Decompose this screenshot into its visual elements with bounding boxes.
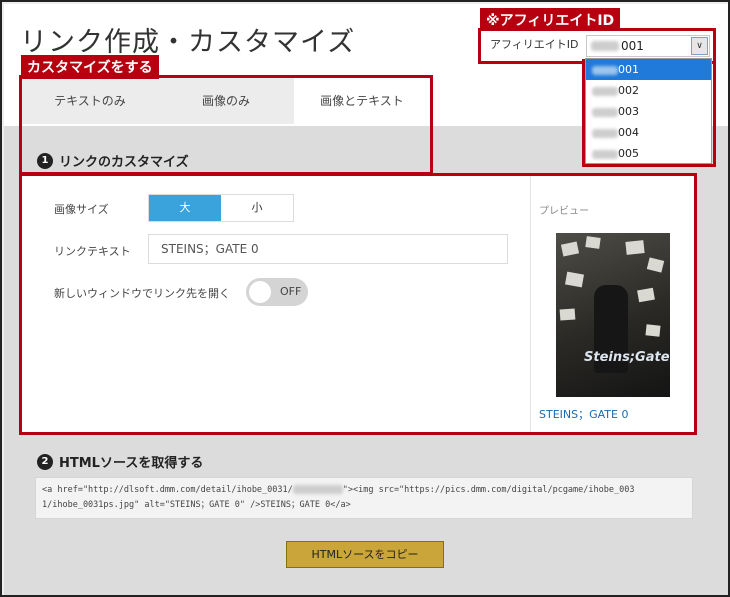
preview-label: プレビュー (539, 206, 589, 217)
toggle-state-text: OFF (280, 285, 302, 298)
game-logo: Steins;Gate (584, 350, 670, 365)
section-html-title: HTMLソースを取得する (59, 456, 204, 471)
preview-cover-image: Steins;Gate (556, 233, 670, 397)
preview-link-text[interactable]: STEINS；GATE 0 (539, 406, 628, 422)
size-large-button[interactable]: 大 (149, 195, 221, 221)
tab-text-only[interactable]: テキストのみ (22, 78, 158, 124)
affiliate-option[interactable]: 005 (586, 143, 711, 164)
section-customize-heading: 1 リンクのカスタマイズ (37, 151, 189, 170)
customize-form: 画像サイズ 大 小 リンクテキスト STEINS；GATE 0 新しいウィンドウ… (22, 176, 530, 432)
chevron-down-icon[interactable]: ∨ (691, 37, 708, 55)
section-html-heading: 2 HTMLソースを取得する (37, 452, 203, 471)
code-line-1: <a href="http://dlsoft.dmm.com/detail/ih… (42, 485, 635, 495)
step-2-badge: 2 (37, 453, 53, 470)
section-customize-title: リンクのカスタマイズ (59, 155, 189, 170)
affiliate-id-label: アフィリエイトID (490, 38, 579, 51)
image-size-toggle: 大 小 (148, 194, 294, 222)
preview-pane: プレビュー Steins;Gate STEINS；GATE 0 (530, 176, 694, 432)
affiliate-id-row: アフィリエイトID 001 ∨ (481, 31, 713, 59)
toggle-knob (249, 281, 271, 303)
redacted-affiliate-id (292, 485, 343, 494)
page-title: リンク作成・カスタマイズ (20, 27, 356, 58)
customize-panel: 画像サイズ 大 小 リンクテキスト STEINS；GATE 0 新しいウィンドウ… (22, 176, 694, 432)
tab-image-only[interactable]: 画像のみ (158, 78, 294, 124)
redacted-id-prefix (591, 41, 619, 51)
affiliate-callout-label: ※アフィリエイトID (480, 8, 621, 32)
copy-html-button[interactable]: HTMLソースをコピー (286, 541, 444, 568)
affiliate-option[interactable]: 003 (586, 101, 711, 122)
affiliate-option[interactable]: 001 (586, 59, 711, 80)
code-line-2: 1/ihobe_0031ps.jpg" alt="STEINS；GATE 0" … (42, 500, 351, 510)
html-source-box[interactable]: <a href="http://dlsoft.dmm.com/detail/ih… (35, 477, 693, 519)
affiliate-id-value: 001 (621, 39, 644, 53)
link-text-input[interactable]: STEINS；GATE 0 (148, 234, 508, 264)
image-size-label: 画像サイズ (54, 203, 109, 216)
customize-callout-label: カスタマイズをする (21, 55, 159, 79)
affiliate-id-select[interactable]: 001 ∨ (586, 35, 710, 57)
affiliate-option[interactable]: 004 (586, 122, 711, 143)
link-type-tabs: テキストのみ 画像のみ 画像とテキスト (22, 78, 430, 124)
new-window-toggle[interactable]: OFF (246, 278, 308, 306)
tab-image-and-text[interactable]: 画像とテキスト (294, 78, 430, 124)
link-text-label: リンクテキスト (54, 245, 131, 258)
affiliate-id-dropdown: 001 002 003 004 005 (585, 58, 712, 164)
new-window-label: 新しいウィンドウでリンク先を開く (54, 287, 230, 300)
step-1-badge: 1 (37, 152, 53, 169)
affiliate-option[interactable]: 002 (586, 80, 711, 101)
size-small-button[interactable]: 小 (221, 195, 293, 221)
